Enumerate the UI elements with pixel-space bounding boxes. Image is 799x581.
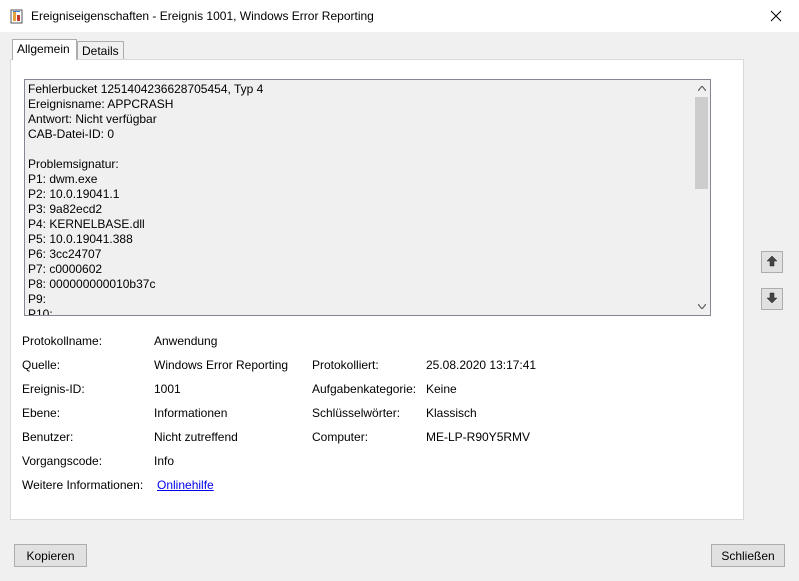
description-line: Fehlerbucket 1251404236628705454, Typ 4	[28, 82, 264, 96]
tab-allgemein[interactable]: Allgemein	[12, 39, 77, 60]
scroll-down-icon[interactable]	[693, 298, 710, 315]
vorgangscode-value: Info	[154, 454, 175, 468]
previous-event-button[interactable]	[761, 251, 783, 273]
window-title: Ereigniseigenschaften - Ereignis 1001, W…	[31, 9, 374, 23]
event-viewer-icon	[10, 9, 24, 24]
tab-details[interactable]: Details	[77, 41, 124, 60]
description-line	[28, 142, 688, 157]
description-line: P10:	[28, 307, 53, 316]
tab-allgemein-label: Allgemein	[17, 42, 70, 56]
onlinehilfe-link[interactable]: Onlinehilfe	[157, 478, 214, 492]
scroll-up-icon[interactable]	[693, 80, 710, 97]
arrow-up-icon	[766, 255, 778, 270]
description-line: P1: dwm.exe	[28, 172, 98, 186]
description-line: P4: KERNELBASE.dll	[28, 217, 145, 231]
description-line: P8: 000000000010b37c	[28, 277, 156, 291]
schluesselwoerter-label: Schlüsselwörter:	[312, 406, 401, 420]
schluesselwoerter-value: Klassisch	[426, 406, 477, 420]
quelle-value: Windows Error Reporting	[154, 358, 289, 372]
description-line: Problemsignatur:	[28, 157, 119, 171]
weitere-informationen-label: Weitere Informationen:	[22, 478, 144, 492]
ereignis-id-label: Ereignis-ID:	[22, 382, 85, 396]
description-textbox[interactable]: Fehlerbucket 1251404236628705454, Typ 4E…	[24, 79, 711, 316]
ebene-value: Informationen	[154, 406, 228, 420]
description-line: P7: c0000602	[28, 262, 103, 276]
vertical-scrollbar[interactable]	[693, 80, 710, 315]
next-event-button[interactable]	[761, 288, 783, 310]
description-line: Ereignisname: APPCRASH	[28, 97, 174, 111]
description-line: P2: 10.0.19041.1	[28, 187, 120, 201]
description-line: CAB-Datei-ID: 0	[28, 127, 115, 141]
description-line: P3: 9a82ecd2	[28, 202, 103, 216]
computer-label: Computer:	[312, 430, 369, 444]
description-line: Antwort: Nicht verfügbar	[28, 112, 157, 126]
kopieren-button[interactable]: Kopieren	[14, 544, 87, 567]
tab-details-label: Details	[82, 44, 119, 58]
ebene-label: Ebene:	[22, 406, 61, 420]
arrow-down-icon	[766, 292, 778, 307]
title-bar: Ereigniseigenschaften - Ereignis 1001, W…	[0, 0, 799, 32]
protokollname-value: Anwendung	[154, 334, 218, 348]
ereignis-id-value: 1001	[154, 382, 181, 396]
protokolliert-label: Protokolliert:	[312, 358, 379, 372]
description-line: P9:	[28, 292, 47, 306]
description-line: P6: 3cc24707	[28, 247, 102, 261]
description-text: Fehlerbucket 1251404236628705454, Typ 4E…	[28, 82, 688, 316]
computer-value: ME-LP-R90Y5RMV	[426, 430, 531, 444]
benutzer-value: Nicht zutreffend	[154, 430, 238, 444]
benutzer-label: Benutzer:	[22, 430, 74, 444]
close-icon[interactable]	[753, 0, 799, 32]
aufgabenkategorie-value: Keine	[426, 382, 457, 396]
protokollname-label: Protokollname:	[22, 334, 103, 348]
scroll-thumb[interactable]	[695, 97, 708, 189]
description-line: P5: 10.0.19041.388	[28, 232, 133, 246]
quelle-label: Quelle:	[22, 358, 61, 372]
schliessen-button[interactable]: Schließen	[711, 544, 785, 567]
protokolliert-value: 25.08.2020 13:17:41	[426, 358, 537, 372]
aufgabenkategorie-label: Aufgabenkategorie:	[312, 382, 417, 396]
vorgangscode-label: Vorgangscode:	[22, 454, 103, 468]
